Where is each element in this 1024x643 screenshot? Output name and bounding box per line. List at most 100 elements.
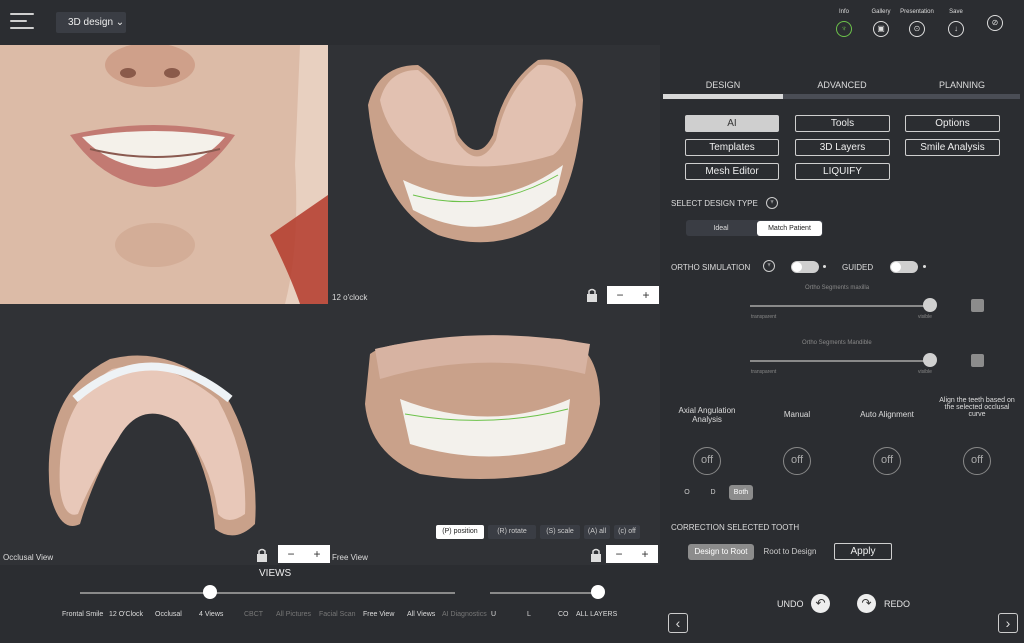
rotate-mode-button[interactable]: (R) rotate: [488, 525, 536, 539]
info-button[interactable]: Info ♆: [826, 9, 862, 37]
layers-slider-track[interactable]: [490, 592, 602, 594]
save-button[interactable]: Save ↓: [938, 9, 974, 37]
odb-o[interactable]: O: [678, 485, 696, 500]
ai-button[interactable]: AI: [685, 115, 779, 132]
smile-analysis-button[interactable]: Smile Analysis: [905, 139, 1000, 156]
axial-angulation-label: Axial Angulation Analysis: [678, 406, 736, 424]
zoom-in-button[interactable]: +: [313, 547, 320, 561]
viewport-12-oclock[interactable]: 12 o'clock − +: [328, 45, 660, 304]
slider-mandible-title: Ortho Segments Mandible: [802, 340, 872, 346]
layer-co[interactable]: CO: [558, 611, 569, 618]
next-arrow-icon[interactable]: ›: [998, 613, 1018, 633]
frontal-smile-photo[interactable]: [0, 45, 328, 304]
auto-alignment-off-toggle[interactable]: off: [873, 447, 901, 475]
maxilla-model-view: [368, 59, 583, 243]
tooth-icon[interactable]: ♆: [763, 260, 775, 272]
scale-mode-button[interactable]: (S) scale: [540, 525, 580, 539]
apply-button[interactable]: Apply: [834, 543, 892, 560]
design-type-ideal[interactable]: Ideal: [688, 221, 754, 236]
mandible-slider-track[interactable]: [750, 360, 935, 362]
tab-design[interactable]: DESIGN: [663, 80, 783, 90]
slider-min-label: transparent: [751, 369, 777, 375]
templates-button[interactable]: Templates: [685, 139, 779, 156]
tab-indicator: [663, 94, 1020, 99]
tooth-icon[interactable]: ♆: [766, 197, 778, 209]
odb-d[interactable]: D: [704, 485, 722, 500]
all-mode-button[interactable]: (A) all: [584, 525, 610, 539]
mode-label: 3D design: [68, 17, 114, 28]
hide-button[interactable]: ⊘: [977, 9, 1013, 31]
lock-icon[interactable]: [586, 288, 598, 302]
viewport-label-12-oclock: 12 o'clock: [332, 293, 368, 302]
view-4-views[interactable]: 4 Views: [199, 611, 223, 618]
options-button[interactable]: Options: [905, 115, 1000, 132]
views-slider-track[interactable]: [80, 592, 455, 594]
lock-icon[interactable]: [590, 548, 602, 562]
root-to-design-button[interactable]: Root to Design: [759, 544, 821, 560]
lock-icon[interactable]: [256, 548, 268, 562]
design-to-root-button[interactable]: Design to Root: [688, 544, 754, 560]
design-type-match-patient[interactable]: Match Patient: [757, 221, 822, 236]
undo-icon[interactable]: ↶: [811, 594, 830, 613]
liquify-button[interactable]: LIQUIFY: [795, 163, 890, 180]
mandible-slider-knob[interactable]: [923, 353, 937, 367]
off-mode-button[interactable]: (c) off: [614, 525, 640, 539]
redo-label[interactable]: REDO: [884, 599, 910, 609]
align-teeth-label: Align the teeth based on the selected oc…: [939, 397, 1015, 418]
view-frontal-smile[interactable]: Frontal Smile: [62, 611, 103, 618]
correction-title: CORRECTION SELECTED TOOTH: [671, 523, 800, 532]
views-bar: [0, 565, 660, 643]
tab-planning[interactable]: PLANNING: [902, 80, 1022, 90]
zoom-in-button[interactable]: +: [642, 288, 649, 302]
zoom-out-button[interactable]: −: [287, 547, 294, 561]
view-all-views[interactable]: All Views: [407, 611, 435, 618]
position-mode-button[interactable]: (P) position: [436, 525, 484, 539]
view-occlusal[interactable]: Occlusal: [155, 611, 182, 618]
viewport-free-view[interactable]: Free View (P) position (R) rotate (S) sc…: [330, 304, 660, 565]
view-all-pictures[interactable]: All Pictures: [276, 611, 311, 618]
mode-dropdown[interactable]: 3D design ⌄: [56, 12, 126, 33]
presentation-icon: ⊙: [909, 21, 925, 37]
presentation-label: Presentation: [900, 9, 934, 15]
view-free-view[interactable]: Free View: [363, 611, 394, 618]
layer-u[interactable]: U: [491, 611, 496, 618]
align-teeth-off-toggle[interactable]: off: [963, 447, 991, 475]
maxilla-slider-track[interactable]: [750, 305, 935, 307]
guided-toggle[interactable]: [890, 261, 918, 273]
gallery-label: Gallery: [871, 9, 891, 15]
toggle-knob: [792, 262, 802, 272]
zoom-control: − +: [278, 545, 330, 563]
mesh-editor-button[interactable]: Mesh Editor: [685, 163, 779, 180]
gallery-button[interactable]: Gallery ▣: [863, 9, 899, 37]
manual-off-toggle[interactable]: off: [783, 447, 811, 475]
maxilla-checkbox[interactable]: [971, 299, 984, 312]
prev-arrow-icon[interactable]: ‹: [668, 613, 688, 633]
zoom-out-button[interactable]: −: [615, 547, 622, 561]
undo-label[interactable]: UNDO: [777, 599, 804, 609]
zoom-out-button[interactable]: −: [616, 288, 623, 302]
transform-mode-group: (P) position (R) rotate (S) scale (A) al…: [436, 525, 640, 539]
hide-eye-icon: ⊘: [987, 15, 1003, 31]
hamburger-menu-icon[interactable]: [10, 13, 34, 31]
redo-icon[interactable]: ↷: [857, 594, 876, 613]
view-facial-scan[interactable]: Facial Scan: [319, 611, 356, 618]
tools-button[interactable]: Tools: [795, 115, 890, 132]
ortho-simulation-toggle[interactable]: [791, 261, 819, 273]
maxilla-slider-knob[interactable]: [923, 298, 937, 312]
view-12-oclock[interactable]: 12 O'Clock: [109, 611, 143, 618]
presentation-button[interactable]: Presentation ⊙: [899, 9, 935, 37]
info-label: Info: [838, 9, 849, 15]
layer-l[interactable]: L: [527, 611, 531, 618]
view-ai-diagnostics[interactable]: AI Diagnostics: [442, 611, 487, 618]
viewport-occlusal[interactable]: Occlusal View − +: [0, 304, 330, 565]
zoom-in-button[interactable]: +: [641, 547, 648, 561]
layer-all[interactable]: ALL LAYERS: [576, 611, 617, 618]
layers-slider-knob[interactable]: [591, 585, 605, 599]
views-slider-knob[interactable]: [203, 585, 217, 599]
view-cbct[interactable]: CBCT: [244, 611, 263, 618]
mandible-checkbox[interactable]: [971, 354, 984, 367]
3d-layers-button[interactable]: 3D Layers: [795, 139, 890, 156]
tab-advanced[interactable]: ADVANCED: [782, 80, 902, 90]
odb-both[interactable]: Both: [729, 485, 753, 500]
axial-angulation-off-toggle[interactable]: off: [693, 447, 721, 475]
